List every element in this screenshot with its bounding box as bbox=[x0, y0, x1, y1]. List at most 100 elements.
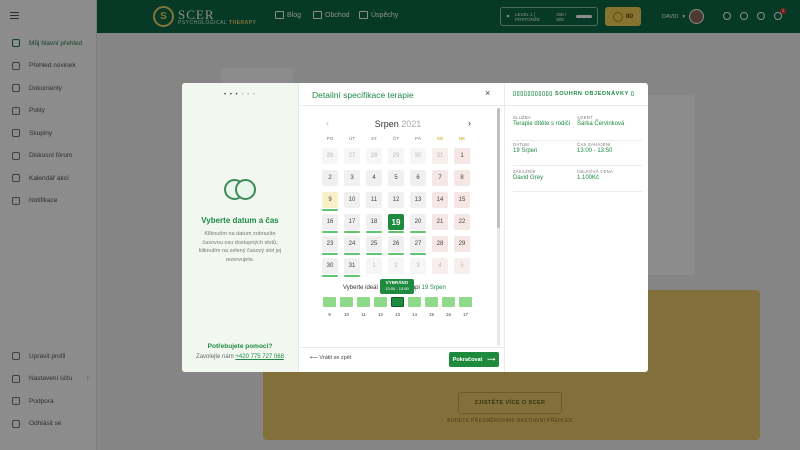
calendar-day[interactable]: 27 bbox=[410, 236, 426, 255]
weekday-label: PÁ bbox=[414, 136, 421, 141]
weekday-label: ÚT bbox=[349, 136, 355, 141]
time-slot[interactable] bbox=[425, 297, 438, 307]
arrow-left-icon: ⟵ bbox=[310, 355, 318, 361]
calendar-day[interactable]: 2 bbox=[388, 258, 404, 274]
summary-item: DATUM 19 Srpen bbox=[513, 142, 575, 156]
calendar-day[interactable]: 17 bbox=[344, 214, 360, 233]
calendar-day[interactable]: 18 bbox=[366, 214, 382, 233]
summary-item: AGENT Šárka Červinková bbox=[577, 115, 639, 129]
time-slot-selected[interactable] bbox=[391, 297, 404, 307]
time-slot-hour: 16 bbox=[445, 312, 451, 317]
clock-icon bbox=[224, 179, 256, 201]
calendar-day[interactable]: 1 bbox=[454, 148, 470, 164]
summary-key: SLUŽBA bbox=[513, 115, 532, 120]
calendar-day[interactable]: 3 bbox=[344, 170, 360, 186]
calendar-day[interactable]: 10 bbox=[344, 192, 360, 208]
back-button[interactable]: ⟵ Vrátit se zpět bbox=[310, 355, 351, 361]
calendar-day[interactable]: 2 bbox=[322, 170, 338, 186]
summary-key: AGENT bbox=[577, 115, 593, 120]
step-indicator: • • • • • • bbox=[224, 92, 256, 98]
selected-slot-tooltip: VYBRÁNO 13:00 - 13:50 bbox=[380, 279, 414, 294]
calendar-day[interactable]: 31 bbox=[344, 258, 360, 277]
calendar-day[interactable]: 11 bbox=[366, 192, 382, 208]
calendar-day[interactable]: 28 bbox=[432, 236, 448, 252]
info-title: Vyberte datum a čas bbox=[201, 216, 279, 225]
calendar-day[interactable]: 30 bbox=[410, 148, 426, 164]
calendar-day[interactable]: 3 bbox=[410, 258, 426, 274]
calendar-day[interactable]: 9 bbox=[322, 192, 338, 211]
arrow-right-icon: ⟶ bbox=[487, 356, 496, 363]
time-slot[interactable] bbox=[408, 297, 421, 307]
calendar-day[interactable]: 30 bbox=[322, 258, 338, 277]
calendar-day[interactable]: 26 bbox=[322, 148, 338, 164]
calendar-day[interactable]: 22 bbox=[454, 214, 470, 230]
calendar-day[interactable]: 29 bbox=[454, 236, 470, 252]
calendar-day[interactable]: 4 bbox=[366, 170, 382, 186]
time-slot-hour: 9 bbox=[328, 312, 331, 317]
calendar-day[interactable]: 14 bbox=[432, 192, 448, 208]
month-label: Srpen 2021 bbox=[374, 119, 422, 129]
calendar-day[interactable]: 23 bbox=[322, 236, 338, 255]
calendar-day[interactable]: 5 bbox=[454, 258, 470, 274]
calendar-day[interactable]: 24 bbox=[344, 236, 360, 255]
calendar-day[interactable]: 16 bbox=[322, 214, 338, 233]
calendar-day[interactable]: 26 bbox=[388, 236, 404, 255]
weekday-label: NE bbox=[458, 136, 466, 141]
next-month-icon[interactable]: › bbox=[468, 118, 471, 128]
time-slot-hour: 15 bbox=[428, 312, 434, 317]
calendar-day[interactable]: 21 bbox=[432, 214, 448, 230]
summary-key: ČAS ZAHÁJENÍ bbox=[577, 142, 611, 147]
time-slot[interactable] bbox=[374, 297, 387, 307]
help-contact: Zavolejte nám +420 775 727 068 bbox=[196, 354, 284, 360]
continue-label: Pokračovat bbox=[452, 356, 483, 363]
help-title: Potřebujete pomoci? bbox=[207, 343, 273, 350]
order-summary: ▯▯▯▯▯▯▯▯▯▯▯ SOUHRN OBJEDNÁVKY ▯ SLUŽBA Te… bbox=[504, 83, 648, 372]
summary-value: Šárka Červinková bbox=[577, 121, 625, 127]
summary-item: CELKOVÁ CENA 1.100Kč bbox=[577, 169, 639, 183]
time-slot-hour: 17 bbox=[462, 312, 468, 317]
time-slot[interactable] bbox=[442, 297, 455, 307]
calendar-day[interactable]: 13 bbox=[410, 192, 426, 208]
summary-key: DATUM bbox=[513, 142, 530, 147]
time-slot[interactable] bbox=[323, 297, 336, 307]
summary-value: 19 Srpen bbox=[513, 148, 538, 154]
calendar-day[interactable]: 15 bbox=[454, 192, 470, 208]
summary-value: David Grey bbox=[513, 175, 544, 181]
summary-key: CELKOVÁ CENA bbox=[577, 169, 614, 174]
calendar-day[interactable]: 27 bbox=[344, 148, 360, 164]
weekday-label: ČT bbox=[393, 136, 399, 141]
time-slot-hour: 10 bbox=[343, 312, 349, 317]
calendar-panel: Detailní specifikace terapie × ‹ Srpen 2… bbox=[300, 83, 504, 372]
calendar-day[interactable]: 1 bbox=[366, 258, 382, 274]
calendar-day[interactable]: 7 bbox=[432, 170, 448, 186]
continue-button[interactable]: Pokračovat ⟶ bbox=[449, 352, 499, 367]
phone-link[interactable]: +420 775 727 068 bbox=[235, 354, 284, 360]
calendar-day[interactable]: 25 bbox=[366, 236, 382, 255]
calendar-day[interactable]: 5 bbox=[388, 170, 404, 186]
time-slot[interactable] bbox=[357, 297, 370, 307]
calendar-day[interactable]: 12 bbox=[388, 192, 404, 208]
back-label: Vrátit se zpět bbox=[319, 355, 352, 361]
calendar-day[interactable]: 4 bbox=[432, 258, 448, 274]
summary-item: ČAS ZAHÁJENÍ 13:00 - 13:50 bbox=[577, 142, 639, 156]
scrollbar[interactable] bbox=[497, 108, 500, 346]
calendar-day[interactable]: 20 bbox=[410, 214, 426, 233]
calendar-day[interactable]: 31 bbox=[432, 148, 448, 164]
calendar-day[interactable]: 29 bbox=[388, 148, 404, 164]
time-slot[interactable] bbox=[340, 297, 353, 307]
calendar-day[interactable]: 8 bbox=[454, 170, 470, 186]
calendar-day[interactable]: 28 bbox=[366, 148, 382, 164]
summary-value: Terapie dítěte s rodiči bbox=[513, 121, 571, 127]
time-slot-hour: 14 bbox=[411, 312, 417, 317]
booking-modal: • • • • • • Vyberte datum a čas Kliknutí… bbox=[182, 83, 648, 372]
summary-item: ZÁKAZNÍK David Grey bbox=[513, 169, 575, 183]
weekday-label: SO bbox=[436, 136, 444, 141]
modal-title: Detailní specifikace terapie bbox=[312, 90, 414, 100]
close-icon[interactable]: × bbox=[485, 88, 490, 98]
summary-key: ZÁKAZNÍK bbox=[513, 169, 536, 174]
calendar-day[interactable]: 6 bbox=[410, 170, 426, 186]
summary-value: 1.100Kč bbox=[577, 175, 600, 181]
calendar-day-selected[interactable]: 19 bbox=[388, 214, 404, 233]
time-slot-hour: 13 bbox=[394, 312, 400, 317]
time-slot[interactable] bbox=[459, 297, 472, 307]
